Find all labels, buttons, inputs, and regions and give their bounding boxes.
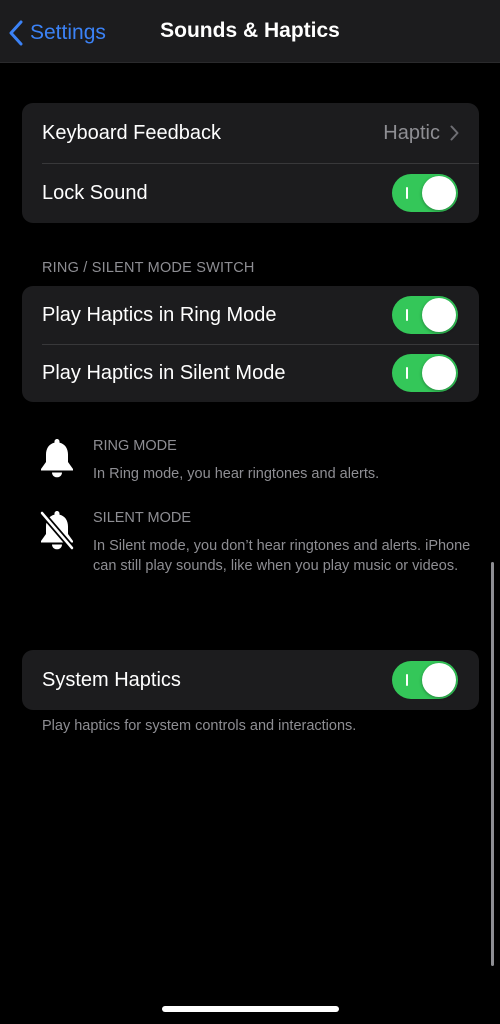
home-indicator[interactable]	[162, 1006, 339, 1012]
feedback-group: Keyboard Feedback Haptic Lock Sound	[22, 103, 479, 223]
silent-mode-haptics-label: Play Haptics in Silent Mode	[42, 361, 286, 384]
silent-mode-description: In Silent mode, you don’t hear ringtones…	[93, 538, 471, 574]
lock-sound-row: Lock Sound	[22, 163, 479, 223]
ring-mode-haptics-label: Play Haptics in Ring Mode	[42, 303, 277, 326]
ring-mode-haptics-row: Play Haptics in Ring Mode	[22, 286, 479, 344]
ring-mode-haptics-toggle[interactable]	[392, 296, 458, 334]
bell-icon	[41, 439, 73, 478]
scroll-indicator[interactable]	[491, 562, 494, 966]
keyboard-feedback-label: Keyboard Feedback	[42, 121, 222, 144]
toggle-on-indicator	[406, 674, 408, 686]
toggle-knob	[422, 356, 456, 390]
keyboard-feedback-row[interactable]: Keyboard Feedback Haptic	[22, 103, 479, 163]
bell-slash-icon	[39, 510, 75, 550]
ring-mode-title: RING MODE	[93, 438, 177, 454]
system-haptics-toggle[interactable]	[392, 661, 458, 699]
ring-silent-group: Play Haptics in Ring Mode Play Haptics i…	[22, 286, 479, 402]
navigation-bar: Settings Sounds & Haptics	[0, 0, 500, 63]
page-title: Sounds & Haptics	[160, 19, 340, 42]
system-haptics-group: System Haptics	[22, 650, 479, 710]
system-haptics-label: System Haptics	[42, 668, 181, 691]
chevron-right-icon	[450, 125, 459, 141]
toggle-knob	[422, 663, 456, 697]
silent-mode-info: SILENT MODE In Silent mode, you don’t he…	[38, 510, 470, 600]
system-haptics-row: System Haptics	[22, 650, 479, 710]
toggle-knob	[422, 176, 456, 210]
silent-mode-haptics-row: Play Haptics in Silent Mode	[22, 344, 479, 402]
toggle-on-indicator	[406, 187, 408, 199]
toggle-knob	[422, 298, 456, 332]
ring-mode-info: RING MODE In Ring mode, you hear rington…	[38, 438, 468, 488]
keyboard-feedback-value: Haptic	[383, 121, 440, 144]
toggle-on-indicator	[406, 309, 408, 321]
ring-silent-section-header: RING / SILENT MODE SWITCH	[42, 260, 255, 276]
system-haptics-footer: Play haptics for system controls and int…	[42, 718, 357, 734]
silent-mode-haptics-toggle[interactable]	[392, 354, 458, 392]
toggle-on-indicator	[406, 367, 408, 379]
lock-sound-toggle[interactable]	[392, 174, 458, 212]
lock-sound-label: Lock Sound	[42, 181, 148, 204]
silent-mode-title: SILENT MODE	[93, 510, 192, 526]
ring-mode-description: In Ring mode, you hear ringtones and ale…	[93, 466, 380, 482]
keyboard-feedback-value-wrap: Haptic	[383, 103, 459, 163]
